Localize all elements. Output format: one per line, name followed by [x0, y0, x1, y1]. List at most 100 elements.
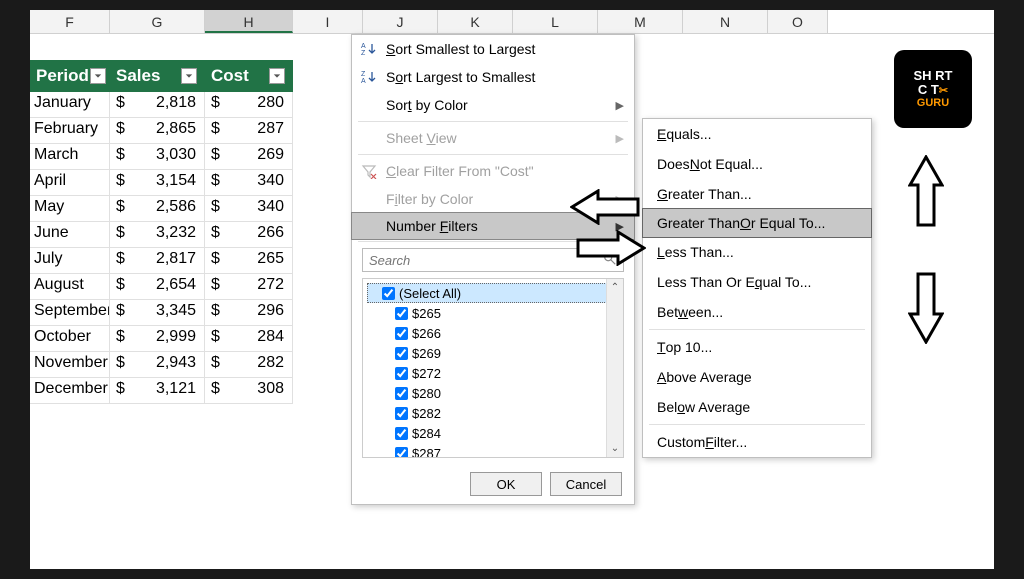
- filter-top10[interactable]: Top 10...: [643, 332, 871, 362]
- cell-cost[interactable]: $269: [205, 144, 293, 170]
- cell-period[interactable]: May: [30, 196, 110, 222]
- svg-text:Z: Z: [361, 50, 366, 57]
- filter-between[interactable]: Between...: [643, 297, 871, 327]
- sort-desc-icon: ZA: [360, 68, 378, 86]
- select-all-checkbox[interactable]: (Select All): [367, 283, 619, 303]
- col-N[interactable]: N: [683, 10, 768, 33]
- filter-value-checkbox[interactable]: $272: [367, 363, 619, 383]
- column-headers: F G H I J K L M N O: [30, 10, 994, 34]
- cell-sales[interactable]: $2,654: [110, 274, 205, 300]
- filter-below-avg[interactable]: Below Average: [643, 392, 871, 422]
- shortcut-guru-logo: SH RT C T✂ GURU: [894, 50, 972, 128]
- cell-sales[interactable]: $3,030: [110, 144, 205, 170]
- col-K[interactable]: K: [438, 10, 513, 33]
- filter-value-checkbox[interactable]: $287: [367, 443, 619, 458]
- filter-value-checkbox[interactable]: $269: [367, 343, 619, 363]
- header-period-label: Period: [36, 66, 89, 86]
- clear-filter: Clear Filter From "Cost": [352, 157, 634, 185]
- filter-value-checkbox[interactable]: $284: [367, 423, 619, 443]
- col-J[interactable]: J: [363, 10, 438, 33]
- search-input[interactable]: [369, 253, 603, 268]
- filter-less-equal[interactable]: Less Than Or Equal To...: [643, 267, 871, 297]
- svg-text:A: A: [361, 43, 366, 50]
- col-O[interactable]: O: [768, 10, 828, 33]
- filter-dropdown-icon[interactable]: [181, 68, 197, 84]
- cell-period[interactable]: October: [30, 326, 110, 352]
- col-I[interactable]: I: [293, 10, 363, 33]
- cell-period[interactable]: April: [30, 170, 110, 196]
- scrollbar[interactable]: ⌃ ⌄: [606, 279, 623, 457]
- sort-by-color[interactable]: Sort by Color▶: [352, 91, 634, 119]
- filter-values-pane[interactable]: (Select All)$265$266$269$272$280$282$284…: [362, 278, 624, 458]
- cell-sales[interactable]: $3,154: [110, 170, 205, 196]
- scroll-down-icon[interactable]: ⌄: [607, 440, 623, 457]
- cell-sales[interactable]: $3,232: [110, 222, 205, 248]
- filter-not-equal[interactable]: Does Not Equal...: [643, 149, 871, 179]
- cell-period[interactable]: February: [30, 118, 110, 144]
- arrow-right-icon: [576, 230, 646, 266]
- cell-cost[interactable]: $280: [205, 92, 293, 118]
- col-L[interactable]: L: [513, 10, 598, 33]
- filter-equals[interactable]: Equals...: [643, 119, 871, 149]
- scroll-up-icon[interactable]: ⌃: [607, 279, 623, 296]
- cell-period[interactable]: March: [30, 144, 110, 170]
- filter-dropdown-icon[interactable]: [90, 68, 106, 84]
- arrow-left-icon: [570, 189, 640, 225]
- cell-period[interactable]: January: [30, 92, 110, 118]
- cell-sales[interactable]: $3,345: [110, 300, 205, 326]
- cell-period[interactable]: September: [30, 300, 110, 326]
- filter-custom[interactable]: Custom Filter...: [643, 427, 871, 457]
- cell-cost[interactable]: $266: [205, 222, 293, 248]
- cell-sales[interactable]: $2,817: [110, 248, 205, 274]
- header-cost-label: Cost: [211, 66, 249, 86]
- header-cost[interactable]: Cost: [205, 60, 293, 92]
- col-M[interactable]: M: [598, 10, 683, 33]
- sort-asc-icon: AZ: [360, 40, 378, 58]
- filter-value-checkbox[interactable]: $265: [367, 303, 619, 323]
- filter-value-checkbox[interactable]: $282: [367, 403, 619, 423]
- col-G[interactable]: G: [110, 10, 205, 33]
- filter-context-menu: AZ Sort Smallest to Largest ZA Sort Larg…: [351, 34, 635, 505]
- cancel-button[interactable]: Cancel: [550, 472, 622, 496]
- filter-value-checkbox[interactable]: $266: [367, 323, 619, 343]
- ok-button[interactable]: OK: [470, 472, 542, 496]
- arrow-down-icon: [908, 272, 944, 344]
- number-filters-submenu: Equals... Does Not Equal... Greater Than…: [642, 118, 872, 458]
- cell-cost[interactable]: $272: [205, 274, 293, 300]
- cell-period[interactable]: June: [30, 222, 110, 248]
- cell-cost[interactable]: $340: [205, 170, 293, 196]
- col-H[interactable]: H: [205, 10, 293, 33]
- cell-cost[interactable]: $282: [205, 352, 293, 378]
- filter-greater-equal[interactable]: Greater Than Or Equal To...: [642, 208, 872, 238]
- filter-above-avg[interactable]: Above Average: [643, 362, 871, 392]
- cell-sales[interactable]: $2,586: [110, 196, 205, 222]
- logo-line2: C T✂: [918, 83, 948, 97]
- cell-sales[interactable]: $2,865: [110, 118, 205, 144]
- cell-cost[interactable]: $340: [205, 196, 293, 222]
- cell-cost[interactable]: $265: [205, 248, 293, 274]
- cell-period[interactable]: August: [30, 274, 110, 300]
- filter-value-checkbox[interactable]: $280: [367, 383, 619, 403]
- svg-text:Z: Z: [361, 71, 366, 78]
- cell-sales[interactable]: $3,121: [110, 378, 205, 404]
- cell-period[interactable]: July: [30, 248, 110, 274]
- svg-text:A: A: [361, 78, 366, 85]
- col-F[interactable]: F: [30, 10, 110, 33]
- cell-cost[interactable]: $296: [205, 300, 293, 326]
- cell-period[interactable]: December: [30, 378, 110, 404]
- cell-sales[interactable]: $2,818: [110, 92, 205, 118]
- header-period[interactable]: Period: [30, 60, 110, 92]
- cell-period[interactable]: November: [30, 352, 110, 378]
- filter-less-than[interactable]: Less Than...: [643, 237, 871, 267]
- cell-cost[interactable]: $287: [205, 118, 293, 144]
- clear-filter-label: Clear Filter From "Cost": [386, 163, 534, 179]
- cell-cost[interactable]: $284: [205, 326, 293, 352]
- cell-cost[interactable]: $308: [205, 378, 293, 404]
- cell-sales[interactable]: $2,999: [110, 326, 205, 352]
- sort-desc[interactable]: ZA Sort Largest to Smallest: [352, 63, 634, 91]
- filter-dropdown-icon[interactable]: [269, 68, 285, 84]
- filter-greater-than[interactable]: Greater Than...: [643, 179, 871, 209]
- header-sales[interactable]: Sales: [110, 60, 205, 92]
- sort-asc[interactable]: AZ Sort Smallest to Largest: [352, 35, 634, 63]
- cell-sales[interactable]: $2,943: [110, 352, 205, 378]
